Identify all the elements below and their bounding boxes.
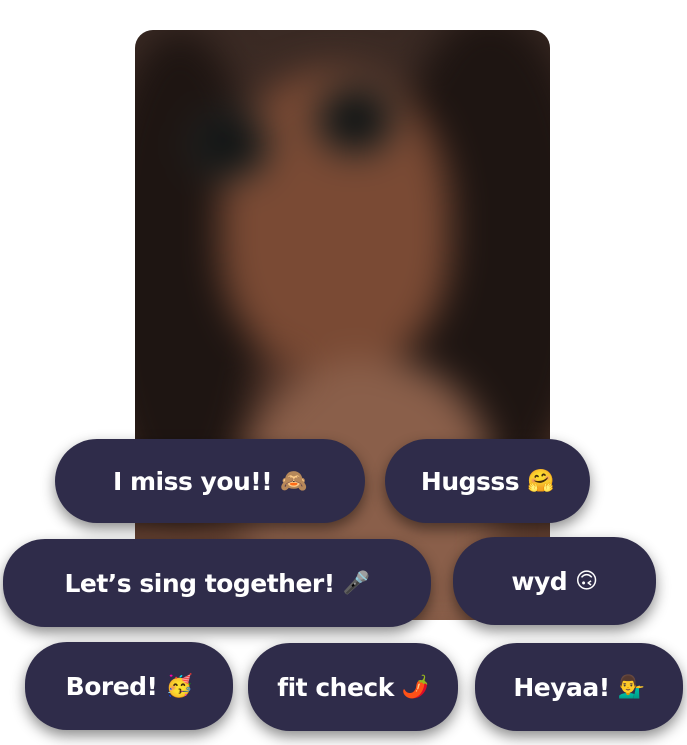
chip-label: Let’s sing together! (64, 568, 335, 598)
reply-chip-heyaa[interactable]: Heyaa! 💁‍♂️ (475, 643, 683, 731)
sunglasses-left-lens (190, 110, 270, 180)
photo-blur-layer (135, 30, 550, 620)
reply-chip-bored[interactable]: Bored! 🥳 (25, 642, 233, 730)
blurred-profile-photo (135, 30, 550, 620)
reply-chip-fit-check[interactable]: fit check 🌶️ (248, 643, 458, 731)
quick-reply-stage: I miss you!! 🙈 Hugsss 🤗 Let’s sing toget… (0, 0, 687, 745)
chip-label: I miss you!! (112, 466, 273, 496)
reply-chip-hugsss[interactable]: Hugsss 🤗 (385, 439, 590, 523)
reply-chip-lets-sing-together[interactable]: Let’s sing together! 🎤 (3, 539, 431, 627)
person-tipping-hand-icon: 💁‍♂️ (617, 674, 645, 700)
reply-chip-i-miss-you[interactable]: I miss you!! 🙈 (55, 439, 365, 523)
hot-pepper-icon: 🌶️ (401, 674, 429, 700)
upside-down-face-icon: 🙃 (575, 568, 598, 594)
hugging-face-icon: 🤗 (527, 468, 555, 494)
chip-label: wyd (511, 566, 568, 596)
microphone-icon: 🎤 (342, 570, 370, 596)
see-no-evil-monkey-icon: 🙈 (280, 468, 308, 494)
sunglasses-right-lens (315, 85, 395, 155)
chip-label: fit check (277, 672, 394, 702)
chip-label: Hugsss (420, 466, 520, 496)
chip-label: Heyaa! (513, 672, 610, 702)
partying-face-icon: 🥳 (165, 673, 193, 699)
chip-label: Bored! (65, 671, 158, 701)
reply-chip-wyd[interactable]: wyd 🙃 (453, 537, 656, 625)
